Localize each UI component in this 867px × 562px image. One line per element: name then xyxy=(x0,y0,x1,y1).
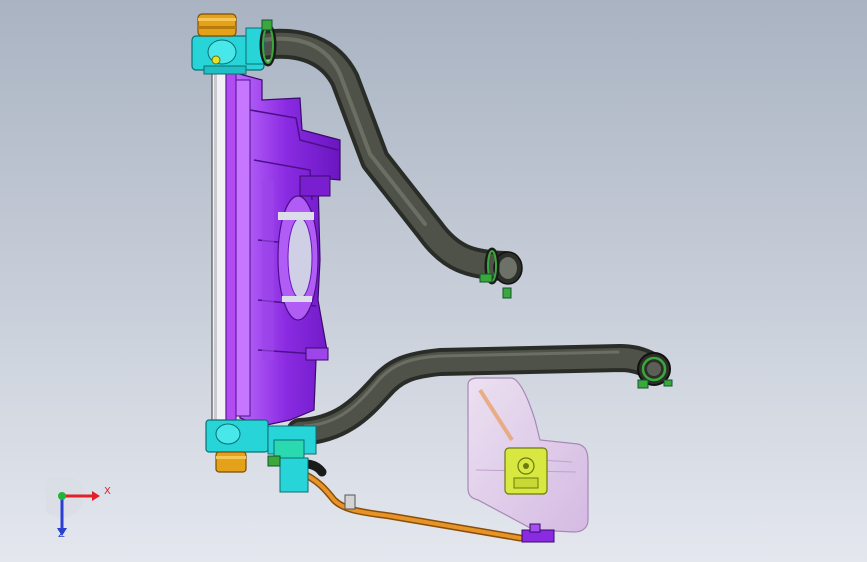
x-axis-arrow xyxy=(92,491,100,501)
drain-plug[interactable] xyxy=(215,451,247,473)
cad-model-canvas[interactable] xyxy=(0,0,867,562)
cad-viewport[interactable]: X Z xyxy=(0,0,867,562)
lower-hose-clamp[interactable] xyxy=(637,352,673,389)
z-axis-label: Z xyxy=(58,529,65,540)
x-axis-label: X xyxy=(104,486,111,497)
radiator-cap[interactable] xyxy=(197,13,237,37)
viewport-background xyxy=(0,0,867,562)
radiator-core[interactable] xyxy=(211,71,251,423)
y-axis-dot xyxy=(58,492,66,500)
